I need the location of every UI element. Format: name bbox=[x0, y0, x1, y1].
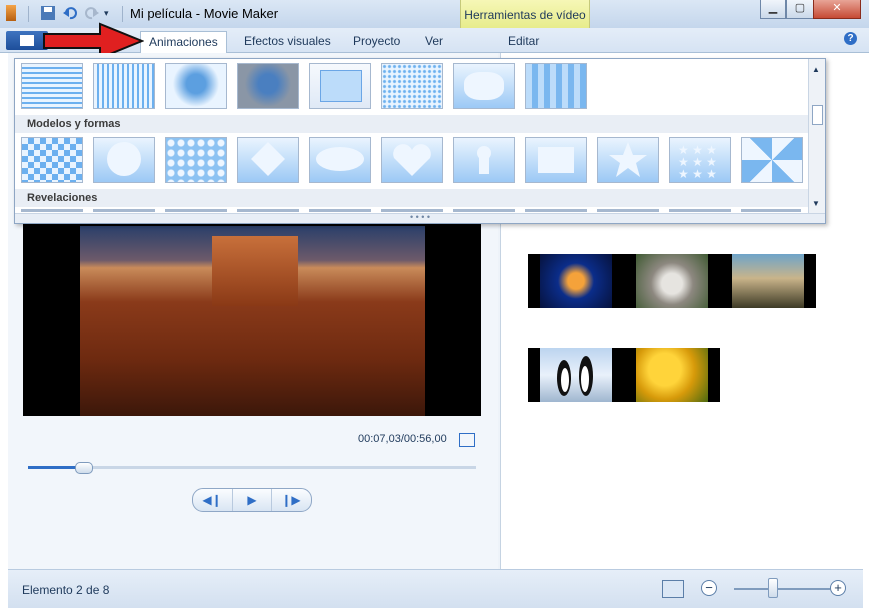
preview-image bbox=[80, 226, 425, 416]
tab-ver[interactable]: Ver bbox=[417, 31, 451, 52]
play-button[interactable]: ▶ bbox=[232, 489, 271, 511]
transition-tile-heart[interactable] bbox=[381, 137, 443, 183]
previous-frame-button[interactable]: ◀❙ bbox=[193, 489, 231, 511]
video-preview bbox=[23, 220, 481, 416]
transition-tile-dots[interactable] bbox=[165, 137, 227, 183]
transition-tile-keyhole[interactable] bbox=[453, 137, 515, 183]
transition-tile[interactable] bbox=[237, 63, 299, 109]
gallery-scrollbar[interactable]: ▲ ▼ bbox=[808, 59, 825, 213]
time-readout: 00:07,03/00:56,00 bbox=[358, 433, 447, 445]
minimize-button[interactable]: ▁ bbox=[760, 0, 786, 19]
window-title: Mi película - Movie Maker bbox=[130, 6, 279, 21]
menu-icon bbox=[20, 35, 34, 46]
clip-thumbnail-jellyfish[interactable] bbox=[540, 254, 612, 308]
separator bbox=[122, 6, 123, 22]
svg-text:★ ★ ★: ★ ★ ★ bbox=[678, 167, 717, 181]
transition-tile-star[interactable] bbox=[597, 137, 659, 183]
transition-tile-checker[interactable] bbox=[21, 137, 83, 183]
transition-tile[interactable] bbox=[525, 63, 587, 109]
seek-slider-thumb[interactable] bbox=[75, 462, 93, 474]
status-bar: Elemento 2 de 8 − + bbox=[8, 569, 863, 608]
separator bbox=[28, 6, 29, 22]
transition-tile-stars[interactable]: ★ ★ ★ ★ ★ ★ ★ ★ ★ bbox=[669, 137, 731, 183]
customize-toolbar-icon[interactable]: ▾ bbox=[104, 5, 120, 21]
transition-tile-circle[interactable] bbox=[93, 137, 155, 183]
transitions-gallery: Modelos y formas ★ ★ ★ ★ ★ ★ ★ ★ ★ Revelac… bbox=[14, 58, 826, 224]
chevron-down-icon[interactable]: ▼ bbox=[812, 199, 820, 208]
transition-tile-eye[interactable] bbox=[309, 137, 371, 183]
zoom-slider-track[interactable] bbox=[734, 588, 830, 590]
next-frame-button[interactable]: ❙▶ bbox=[271, 489, 310, 511]
chevron-up-icon[interactable]: ▲ bbox=[812, 65, 820, 74]
transition-tile[interactable] bbox=[93, 63, 155, 109]
maximize-button[interactable]: ▢ bbox=[786, 0, 814, 19]
zoom-out-button[interactable]: − bbox=[701, 580, 717, 596]
transition-tile-pinwheel[interactable] bbox=[741, 137, 803, 183]
tab-editar[interactable]: Editar bbox=[500, 31, 547, 52]
section-header-modelos-y-formas: Modelos y formas bbox=[15, 115, 819, 133]
context-tab-video-tools: Herramientas de vídeo bbox=[460, 0, 590, 28]
gallery-resize-grip[interactable]: • • • • bbox=[15, 213, 825, 223]
clip-thumbnail-tulips[interactable] bbox=[636, 348, 708, 402]
tab-proyecto[interactable]: Proyecto bbox=[345, 31, 408, 52]
clip-thumbnail-koala[interactable] bbox=[636, 254, 708, 308]
zoom-slider-thumb[interactable] bbox=[768, 578, 778, 598]
tab-efectos-visuales[interactable]: Efectos visuales bbox=[236, 31, 339, 52]
help-icon[interactable]: ? bbox=[844, 32, 857, 45]
movie-maker-icon bbox=[6, 5, 16, 21]
seek-slider-track[interactable] bbox=[28, 466, 476, 469]
clip-thumbnail-penguins[interactable] bbox=[540, 348, 612, 402]
clip-thumbnail-lighthouse[interactable] bbox=[732, 254, 804, 308]
playback-controls: ◀❙ ▶ ❙▶ bbox=[192, 488, 312, 512]
transition-tile-rectangle[interactable] bbox=[525, 137, 587, 183]
transition-tile[interactable] bbox=[165, 63, 227, 109]
transition-tile[interactable] bbox=[453, 63, 515, 109]
transition-tile[interactable] bbox=[309, 63, 371, 109]
clip-strip bbox=[528, 348, 720, 402]
storyboard-view-icon[interactable] bbox=[662, 580, 684, 598]
zoom-in-button[interactable]: + bbox=[830, 580, 846, 596]
redo-icon[interactable] bbox=[84, 5, 100, 21]
butte-shape bbox=[212, 236, 298, 306]
transition-tile-diamond[interactable] bbox=[237, 137, 299, 183]
tab-animaciones[interactable]: Animaciones bbox=[140, 31, 227, 54]
section-header-revelaciones: Revelaciones bbox=[15, 189, 819, 207]
expand-preview-icon[interactable] bbox=[459, 433, 475, 447]
save-icon[interactable] bbox=[40, 5, 56, 21]
undo-icon[interactable] bbox=[62, 5, 78, 21]
transition-tile[interactable] bbox=[381, 63, 443, 109]
clip-strip bbox=[528, 254, 816, 308]
close-button[interactable]: ✕ bbox=[813, 0, 861, 19]
scrollbar-thumb[interactable] bbox=[812, 105, 823, 125]
status-text: Elemento 2 de 8 bbox=[22, 583, 110, 597]
transition-tile[interactable] bbox=[21, 63, 83, 109]
